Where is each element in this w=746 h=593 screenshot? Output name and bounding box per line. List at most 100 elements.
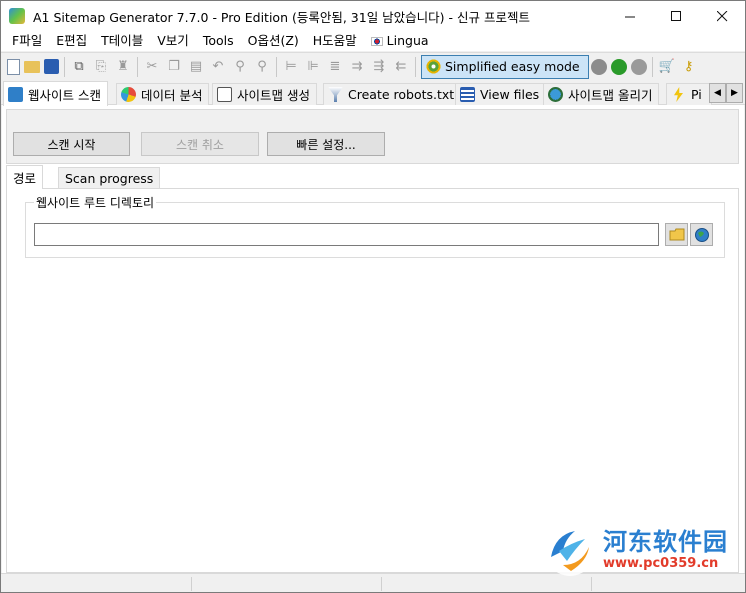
minimize-icon	[624, 16, 635, 17]
menu-help[interactable]: H도움말	[306, 31, 364, 51]
tab-label: 데이터 분석	[141, 88, 203, 103]
tab-label: 사이트맵 생성	[237, 88, 310, 103]
korea-flag-icon	[370, 37, 383, 46]
menu-table[interactable]: T테이블	[94, 31, 150, 51]
scan-button-panel: 스캔 시작 스캔 취소 빠른 설정...	[6, 109, 739, 164]
tab-label: 웹사이트 스캔	[28, 87, 101, 103]
menu-tools[interactable]: Tools	[196, 31, 241, 51]
tab-scroll-arrows: ◀ ▶	[709, 83, 743, 103]
main-content: 스캔 시작 스캔 취소 빠른 설정... 경로 Scan progress 웹사…	[2, 105, 744, 573]
close-icon	[716, 10, 727, 21]
close-button[interactable]	[699, 1, 745, 31]
toolbar-separator	[137, 56, 138, 77]
main-tabstrip: 웹사이트 스캔 데이터 분석 사이트맵 생성 Create robots.txt…	[1, 81, 745, 106]
path-panel: 웹사이트 루트 디렉토리	[6, 188, 739, 573]
toolbar-separator	[415, 56, 416, 77]
toolbar: ⧉ ⎘ ♜ ✂ ❐ ▤ ↶ ⚲ ⚲ ⊨ ⊫ ≣ ⇉ ⇶ ⇇ Simplified…	[1, 52, 745, 80]
gear-icon	[426, 59, 441, 74]
cut-icon[interactable]: ✂	[143, 58, 161, 76]
window-title: A1 Sitemap Generator 7.7.0 - Pro Edition…	[33, 9, 530, 25]
site-watermark: 河东软件园 www.pc0359.cn	[541, 521, 728, 579]
tab-scroll-right-button[interactable]: ▶	[726, 83, 743, 103]
tab-data-analysis[interactable]: 데이터 분석	[116, 83, 210, 105]
tree-move-icon[interactable]: ⇉	[348, 58, 366, 76]
menu-file[interactable]: F파일	[5, 31, 49, 51]
stop-icon[interactable]	[590, 58, 607, 75]
open-url-button[interactable]	[690, 223, 713, 246]
subtab-path[interactable]: 경로	[6, 165, 44, 189]
key-icon[interactable]: ⚷	[680, 58, 698, 76]
menu-options[interactable]: O옵션(Z)	[241, 31, 306, 51]
copy-project-icon[interactable]: ⧉	[70, 58, 88, 76]
tab-scroll-left-button[interactable]: ◀	[709, 83, 726, 103]
status-cell	[191, 577, 192, 591]
cut-project-icon[interactable]: ⎘	[92, 58, 110, 76]
simplified-mode-button[interactable]: Simplified easy mode	[421, 54, 589, 79]
tab-label: View files	[480, 87, 540, 102]
tab-upload-sitemap[interactable]: 사이트맵 올리기	[543, 83, 660, 105]
watermark-logo-icon	[546, 528, 594, 576]
menu-bar: F파일 E편집 T테이블 V보기 Tools O옵션(Z) H도움말 Lingu…	[1, 31, 745, 51]
simplified-mode-label: Simplified easy mode	[445, 59, 580, 74]
tab-create-robots[interactable]: Create robots.txt	[323, 83, 462, 105]
cart-icon[interactable]: 🛒	[658, 58, 676, 76]
sub-tabstrip: 경로 Scan progress	[6, 165, 739, 189]
open-folder-icon[interactable]	[24, 60, 40, 73]
minimize-button[interactable]	[607, 1, 653, 31]
title-bar: A1 Sitemap Generator 7.7.0 - Pro Edition…	[1, 1, 745, 31]
copy-icon[interactable]: ❐	[165, 58, 183, 76]
watermark-url: www.pc0359.cn	[603, 556, 719, 571]
lightning-icon	[674, 87, 683, 102]
save-icon[interactable]	[44, 59, 59, 74]
filter-icon	[328, 87, 343, 102]
menu-view[interactable]: V보기	[150, 31, 196, 51]
menu-lingua-label: Lingua	[386, 33, 429, 48]
root-directory-group: 웹사이트 루트 디렉토리	[25, 194, 725, 258]
paste-icon[interactable]: ▤	[187, 58, 205, 76]
root-directory-label: 웹사이트 루트 디렉토리	[34, 194, 157, 211]
tree-outdent-icon[interactable]: ⇇	[392, 58, 410, 76]
find-icon[interactable]: ⚲	[231, 58, 249, 76]
refresh-icon[interactable]	[630, 58, 647, 75]
new-file-icon[interactable]	[7, 58, 20, 75]
app-logo-icon	[9, 8, 25, 24]
tab-view-files[interactable]: View files	[455, 83, 547, 105]
stamp-icon[interactable]: ♜	[114, 58, 132, 76]
tree-collapse-icon[interactable]: ⊫	[304, 58, 322, 76]
find-next-icon[interactable]: ⚲	[253, 58, 271, 76]
list-icon	[460, 87, 475, 102]
upload-icon	[548, 87, 563, 102]
cancel-scan-button: 스캔 취소	[141, 132, 259, 156]
tab-ping[interactable]: Pi	[666, 83, 712, 105]
undo-icon[interactable]: ↶	[209, 58, 227, 76]
folder-icon	[669, 228, 684, 241]
start-scan-button[interactable]: 스캔 시작	[13, 132, 130, 156]
subtab-scan-progress[interactable]: Scan progress	[58, 167, 161, 188]
tab-create-sitemap[interactable]: 사이트맵 생성	[212, 83, 317, 105]
tree-indent-icon[interactable]: ⇶	[370, 58, 388, 76]
maximize-button[interactable]	[653, 1, 699, 31]
toolbar-separator	[276, 56, 277, 77]
root-directory-input[interactable]	[34, 223, 659, 246]
browse-folder-button[interactable]	[665, 223, 688, 246]
menu-lingua[interactable]: Lingua	[364, 31, 436, 51]
quick-settings-button[interactable]: 빠른 설정...	[267, 132, 385, 156]
chart-icon	[121, 87, 136, 102]
toolbar-separator	[64, 56, 65, 77]
watermark-cn: 河东软件园	[603, 527, 728, 556]
toolbar-separator	[651, 56, 653, 77]
go-icon[interactable]	[610, 58, 627, 75]
tab-website-scan[interactable]: 웹사이트 스캔	[3, 81, 108, 106]
menu-edit[interactable]: E편집	[49, 31, 94, 51]
watermark-text: 河东软件园 www.pc0359.cn	[603, 528, 728, 572]
app-window: A1 Sitemap Generator 7.7.0 - Pro Edition…	[0, 0, 746, 593]
tab-label: 사이트맵 올리기	[568, 88, 653, 103]
globe-icon	[694, 227, 709, 242]
tree-expand-icon[interactable]: ⊨	[282, 58, 300, 76]
scan-icon	[8, 86, 23, 102]
maximize-icon	[670, 10, 681, 21]
window-controls	[607, 1, 745, 31]
sitemap-icon	[217, 87, 232, 102]
tab-label: Pi	[691, 87, 702, 102]
tree-level-icon[interactable]: ≣	[326, 58, 344, 76]
